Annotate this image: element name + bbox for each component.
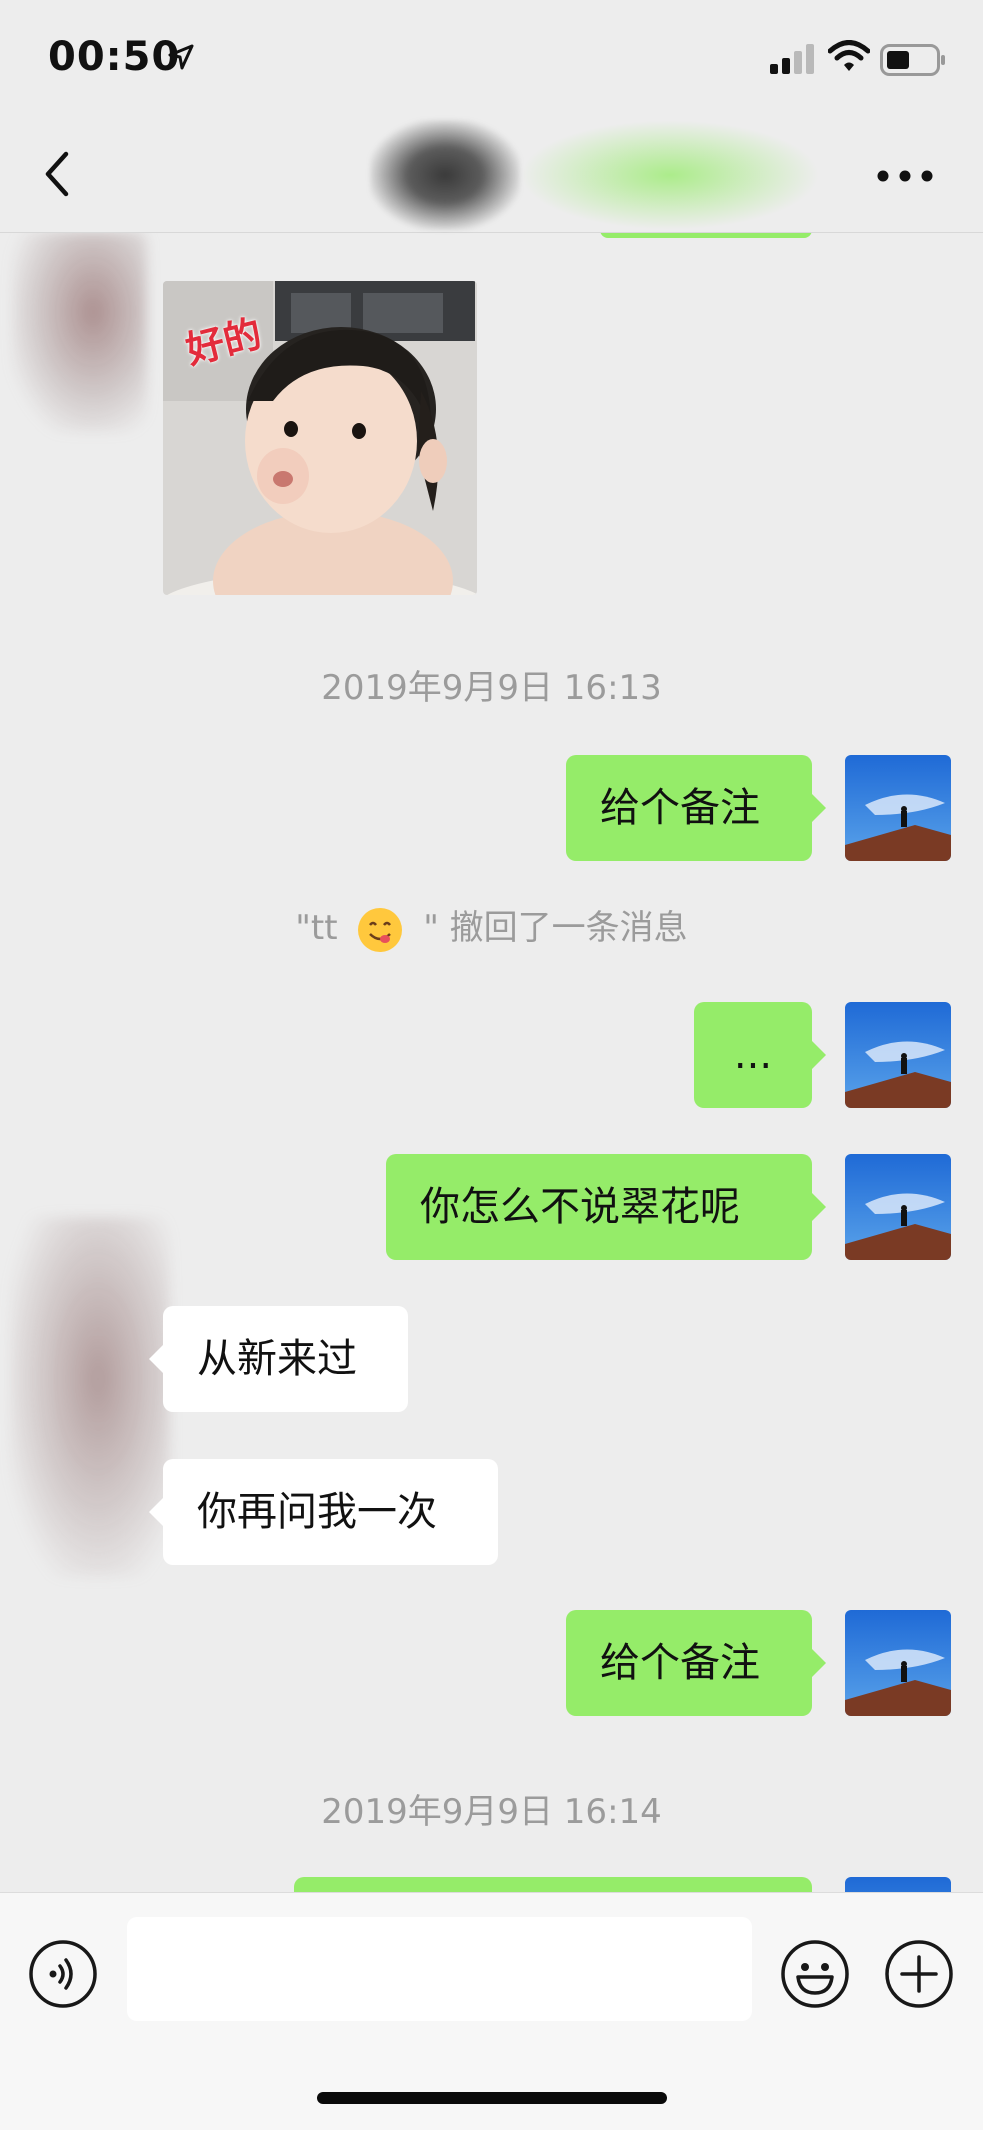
chevron-left-icon[interactable] [38,144,78,204]
my-avatar-picture [845,1877,951,1892]
outgoing-message-bubble[interactable]: 给个备注 [566,755,826,861]
outgoing-message-bubble[interactable]: 你怎么不说翠花呢 [386,1154,826,1260]
timestamp: 2019年9月9日 16:13 [321,668,662,708]
contact-avatar[interactable] [12,232,147,432]
recall-suffix: " 撤回了一条消息 [423,908,688,948]
contact-avatar[interactable] [10,1217,170,1577]
wifi-icon [828,40,870,71]
my-avatar[interactable] [845,755,951,861]
contact-name-redacted [370,120,520,230]
my-avatar[interactable] [845,1002,951,1108]
outgoing-message-bubble[interactable]: ... [694,1002,826,1108]
recall-prefix: "tt [295,908,338,948]
my-avatar-picture [845,755,951,861]
location-arrow-icon [168,44,194,70]
battery-icon [880,44,945,76]
plus-circle-icon[interactable] [884,1939,954,2009]
cellular-signal-icon [770,44,814,74]
my-avatar-picture [845,1610,951,1716]
timestamp: 2019年9月9日 16:14 [321,1792,662,1832]
chat-header [0,120,983,233]
my-avatar[interactable] [845,1154,951,1260]
message-input[interactable] [127,1917,752,2021]
sticker-image[interactable]: 好的 [163,281,477,595]
my-avatar[interactable] [845,1877,951,1892]
incoming-message-bubble[interactable]: 从新来过 [149,1306,408,1412]
ellipsis-icon[interactable] [875,166,935,186]
yum-face-emoji-icon [358,907,403,952]
message-list[interactable]: 好的 2019年9月9日 16:13 给个备注 "tt " 撤回了一条消息 ..… [0,232,983,1892]
title-glow [520,120,820,230]
outgoing-message-bubble[interactable]: 给个备注 [566,1610,826,1716]
my-avatar-picture [845,1002,951,1108]
my-avatar-picture [845,1154,951,1260]
outgoing-message-bubble-partial[interactable] [294,1877,812,1892]
home-indicator[interactable] [317,2092,667,2104]
emoji-icon[interactable] [780,1939,850,2009]
voice-input-icon[interactable] [28,1939,98,2009]
my-avatar[interactable] [845,1610,951,1716]
status-bar: 00:50 [0,0,983,120]
recall-notice: "tt " 撤回了一条消息 [0,900,983,952]
incoming-message-bubble[interactable]: 你再问我一次 [149,1459,498,1565]
status-time: 00:50 [48,34,181,80]
